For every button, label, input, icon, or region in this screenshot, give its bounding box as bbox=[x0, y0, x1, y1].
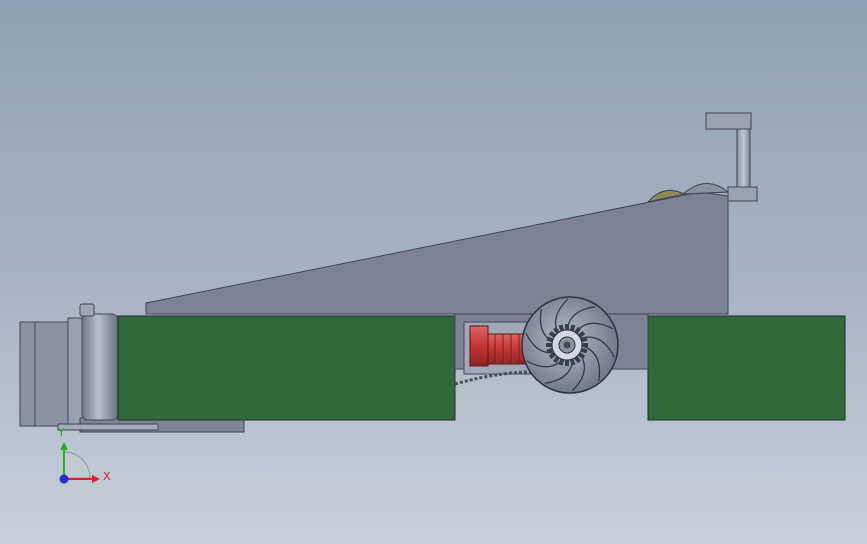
handle-post[interactable] bbox=[736, 127, 751, 191]
left-track-panel[interactable] bbox=[117, 315, 456, 421]
left-foot-rail[interactable] bbox=[57, 423, 159, 431]
model-scene[interactable]: X Y bbox=[0, 0, 867, 544]
left-end-housing[interactable] bbox=[19, 321, 69, 427]
triad-x-label: X bbox=[103, 470, 111, 483]
handle-base[interactable] bbox=[727, 186, 758, 202]
roller-top-knob[interactable] bbox=[79, 303, 95, 317]
handle-cap[interactable] bbox=[705, 112, 752, 130]
main-frame-body[interactable] bbox=[145, 191, 729, 315]
right-track-panel[interactable] bbox=[647, 315, 846, 421]
triad-x-arrow bbox=[92, 475, 100, 483]
triad-y-label: Y bbox=[57, 426, 65, 439]
triad-arc bbox=[63, 451, 91, 479]
cad-viewport[interactable]: X Y bbox=[0, 0, 867, 544]
front-roller[interactable] bbox=[81, 313, 119, 421]
coordinate-triad: X Y bbox=[57, 426, 111, 484]
triad-y-arrow bbox=[60, 442, 68, 450]
triad-origin-z bbox=[59, 474, 69, 484]
frame-top-dome[interactable] bbox=[681, 183, 730, 195]
